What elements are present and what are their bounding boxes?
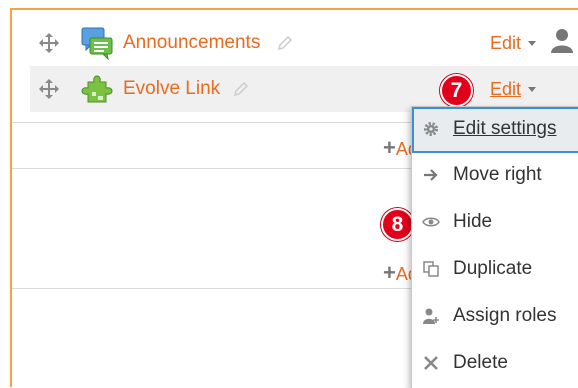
menu-item-edit-settings[interactable]: Edit settings: [412, 107, 578, 153]
add-activity-link[interactable]: +Add an activity or resource: [383, 136, 413, 160]
user-icon[interactable]: [550, 28, 574, 54]
menu-item-delete[interactable]: Delete: [412, 341, 578, 387]
menu-item-move-right[interactable]: Move right: [412, 153, 578, 199]
edit-menu-link-evolve-link[interactable]: Edit: [490, 78, 521, 100]
menu-item-label: Delete: [453, 352, 508, 373]
menu-item-duplicate[interactable]: Duplicate: [412, 247, 578, 293]
eye-icon: [422, 217, 440, 227]
gear-icon: [424, 122, 438, 136]
move-icon[interactable]: [38, 32, 60, 54]
delete-x-icon: [424, 356, 438, 370]
pencil-icon[interactable]: [276, 34, 294, 52]
puzzle-plugin-icon: [81, 75, 113, 103]
add-activity-link[interactable]: +Add an activity or resource: [383, 261, 413, 285]
edit-menu-link-announcements[interactable]: Edit: [490, 32, 521, 54]
caret-down-icon[interactable]: [528, 41, 536, 46]
arrow-right-icon: [424, 169, 438, 181]
menu-item-assign-roles[interactable]: Assign roles: [412, 294, 578, 340]
menu-item-label: Assign roles: [453, 305, 557, 326]
caret-down-icon[interactable]: [528, 87, 536, 92]
menu-item-label: Edit settings: [453, 118, 557, 139]
duplicate-icon: [423, 261, 439, 277]
step-badge-7: 7: [440, 74, 473, 107]
menu-item-label: Hide: [453, 211, 493, 232]
step-badge-8: 8: [381, 208, 414, 241]
forum-icon: [81, 27, 113, 60]
activity-row-announcements: Announcements Edit: [30, 20, 578, 66]
pencil-icon[interactable]: [232, 80, 250, 98]
plus-icon: +: [383, 136, 396, 160]
assign-roles-icon: [423, 308, 439, 324]
move-icon[interactable]: [38, 78, 60, 100]
menu-item-label: Duplicate: [453, 258, 533, 279]
activity-link-evolve-link[interactable]: Evolve Link: [123, 78, 220, 100]
menu-item-label: Move right: [453, 164, 542, 185]
activity-link-announcements[interactable]: Announcements: [123, 32, 260, 54]
menu-item-hide[interactable]: Hide: [412, 200, 578, 246]
edit-dropdown-menu: Edit settings Move right Hide Duplicate …: [411, 106, 578, 388]
plus-icon: +: [383, 261, 396, 285]
